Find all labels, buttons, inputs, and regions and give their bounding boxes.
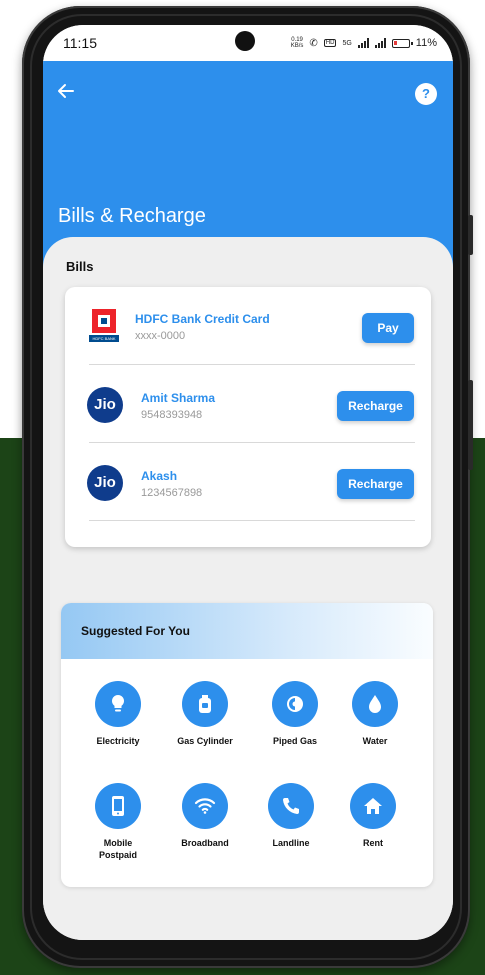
recharge-button[interactable]: Recharge — [337, 469, 414, 499]
service-broadband[interactable]: Broadband — [163, 783, 247, 849]
help-icon[interactable]: ? — [415, 83, 437, 105]
bulb-icon — [95, 681, 141, 727]
volume-button — [468, 215, 473, 255]
bill-name: HDFC Bank Credit Card — [135, 312, 270, 326]
service-rent[interactable]: Rent — [331, 783, 415, 849]
service-gas-cylinder[interactable]: Gas Cylinder — [163, 681, 247, 747]
battery-percent: 11% — [415, 37, 437, 49]
signal-icon-2 — [374, 38, 386, 48]
water-drop-icon — [352, 681, 398, 727]
status-time: 11:15 — [63, 35, 97, 51]
network-type: 5G — [342, 39, 352, 47]
phone-icon — [268, 783, 314, 829]
wifi-icon — [182, 783, 228, 829]
bill-row-hdfc[interactable]: HDFC BANK HDFC Bank Credit Card xxxx-000… — [65, 287, 431, 365]
service-mobile-postpaid[interactable]: Mobile Postpaid — [76, 783, 160, 861]
suggested-card: Suggested For You Electricity Gas Cylind… — [61, 603, 433, 887]
piped-gas-icon — [272, 681, 318, 727]
bill-number: 9548393948 — [141, 409, 203, 421]
bill-name: Amit Sharma — [141, 391, 216, 405]
divider — [89, 520, 415, 521]
service-water[interactable]: Water — [333, 681, 417, 747]
suggested-title: Suggested For You — [81, 624, 190, 638]
main-content: Bills HDFC BANK HDFC Bank Credit Card xx… — [43, 237, 453, 940]
bill-row-amit[interactable]: Jio Amit Sharma 9548393948 Recharge — [65, 365, 431, 443]
service-landline[interactable]: Landline — [249, 783, 333, 849]
jio-logo-icon: Jio — [87, 387, 123, 423]
back-arrow-icon[interactable] — [57, 81, 81, 105]
bills-card: HDFC BANK HDFC Bank Credit Card xxxx-000… — [65, 287, 431, 547]
page-title: Bills & Recharge — [58, 205, 206, 227]
volte-icon: HD — [323, 39, 337, 47]
recharge-button[interactable]: Recharge — [337, 391, 414, 421]
jio-logo-icon: Jio — [87, 465, 123, 501]
signal-icon — [357, 38, 369, 48]
status-bar: 11:15 0.19 KB/s ✆ HD 5G 11% — [43, 25, 453, 61]
gas-cylinder-icon — [182, 681, 228, 727]
bill-row-akash[interactable]: Jio Akash 1234567898 Recharge — [65, 443, 431, 521]
power-button — [468, 380, 473, 470]
service-piped-gas[interactable]: Piped Gas — [253, 681, 337, 747]
home-icon — [350, 783, 396, 829]
bill-account: xxxx-0000 — [135, 330, 186, 342]
pay-button[interactable]: Pay — [362, 313, 414, 343]
bill-name: Akash — [141, 469, 178, 483]
net-speed: 0.19 KB/s — [290, 37, 304, 49]
mobile-icon — [95, 783, 141, 829]
bill-number: 1234567898 — [141, 487, 203, 499]
status-icons: 0.19 KB/s ✆ HD 5G 11% — [291, 37, 437, 49]
phone-screen: 11:15 0.19 KB/s ✆ HD 5G 11% ? Bills & Re… — [43, 25, 453, 940]
wifi-call-icon: ✆ — [309, 37, 318, 49]
battery-icon — [391, 38, 413, 48]
front-camera — [235, 31, 255, 51]
service-electricity[interactable]: Electricity — [76, 681, 160, 747]
bills-section-label: Bills — [66, 259, 94, 274]
suggested-header: Suggested For You — [61, 603, 433, 659]
hdfc-logo-icon: HDFC BANK — [87, 309, 123, 345]
